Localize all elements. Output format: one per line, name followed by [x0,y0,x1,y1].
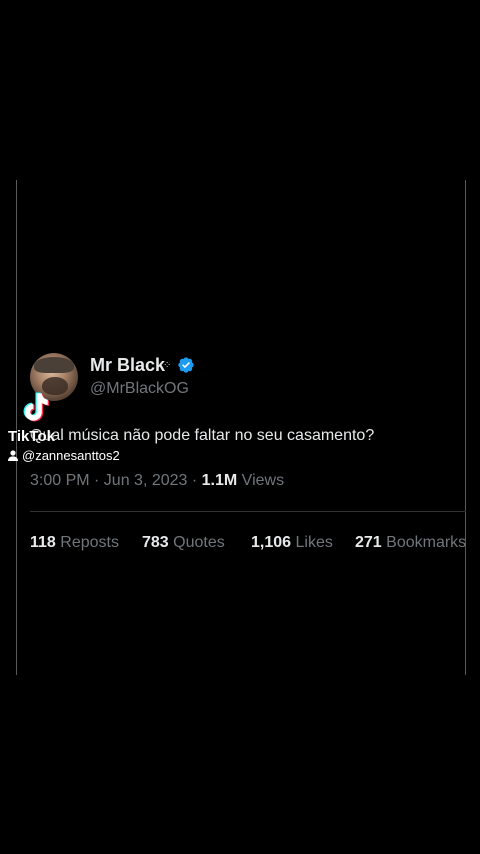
divider [30,511,466,512]
views-label: Views [237,472,285,489]
bookmarks-stat[interactable]: 271 Bookmarks [355,534,466,552]
tweet-time[interactable]: 3:00 PM · Jun 3, 2023 · [30,472,202,489]
tweet-text: Qual música não pode faltar no seu casam… [30,427,375,444]
user-icon [8,450,18,461]
tiktok-username-text: @zannesanttos2 [22,448,120,463]
reposts-label: Reposts [55,534,119,551]
reposts-stat[interactable]: 118 Reposts [30,534,119,552]
name-decoration: ⁘ [163,360,171,371]
frame-border-right [465,180,466,675]
display-name[interactable]: Mr Black [90,355,165,376]
tweet-meta: 3:00 PM · Jun 3, 2023 · 1.1M Views [30,472,284,490]
tiktok-watermark: TikTok [8,428,55,445]
handle[interactable]: @MrBlackOG [90,380,189,398]
engagement-stats: 118 Reposts 783 Quotes 1,106 Likes 271 B… [30,534,466,556]
likes-stat[interactable]: 1,106 Likes [251,534,333,552]
bookmarks-count: 271 [355,534,382,551]
tiktok-username: @zannesanttos2 [8,448,120,463]
tiktok-logo-icon [23,392,50,422]
quotes-label: Quotes [168,534,225,551]
bookmarks-label: Bookmarks [381,534,466,551]
reposts-count: 118 [30,534,56,551]
likes-count: 1,106 [251,534,292,551]
likes-label: Likes [291,534,333,551]
verified-badge-icon [178,357,194,373]
views-count: 1.1M [201,472,238,489]
quotes-stat[interactable]: 783 Quotes [142,534,225,552]
quotes-count: 783 [142,534,169,551]
avatar-cap-shape [34,357,74,373]
